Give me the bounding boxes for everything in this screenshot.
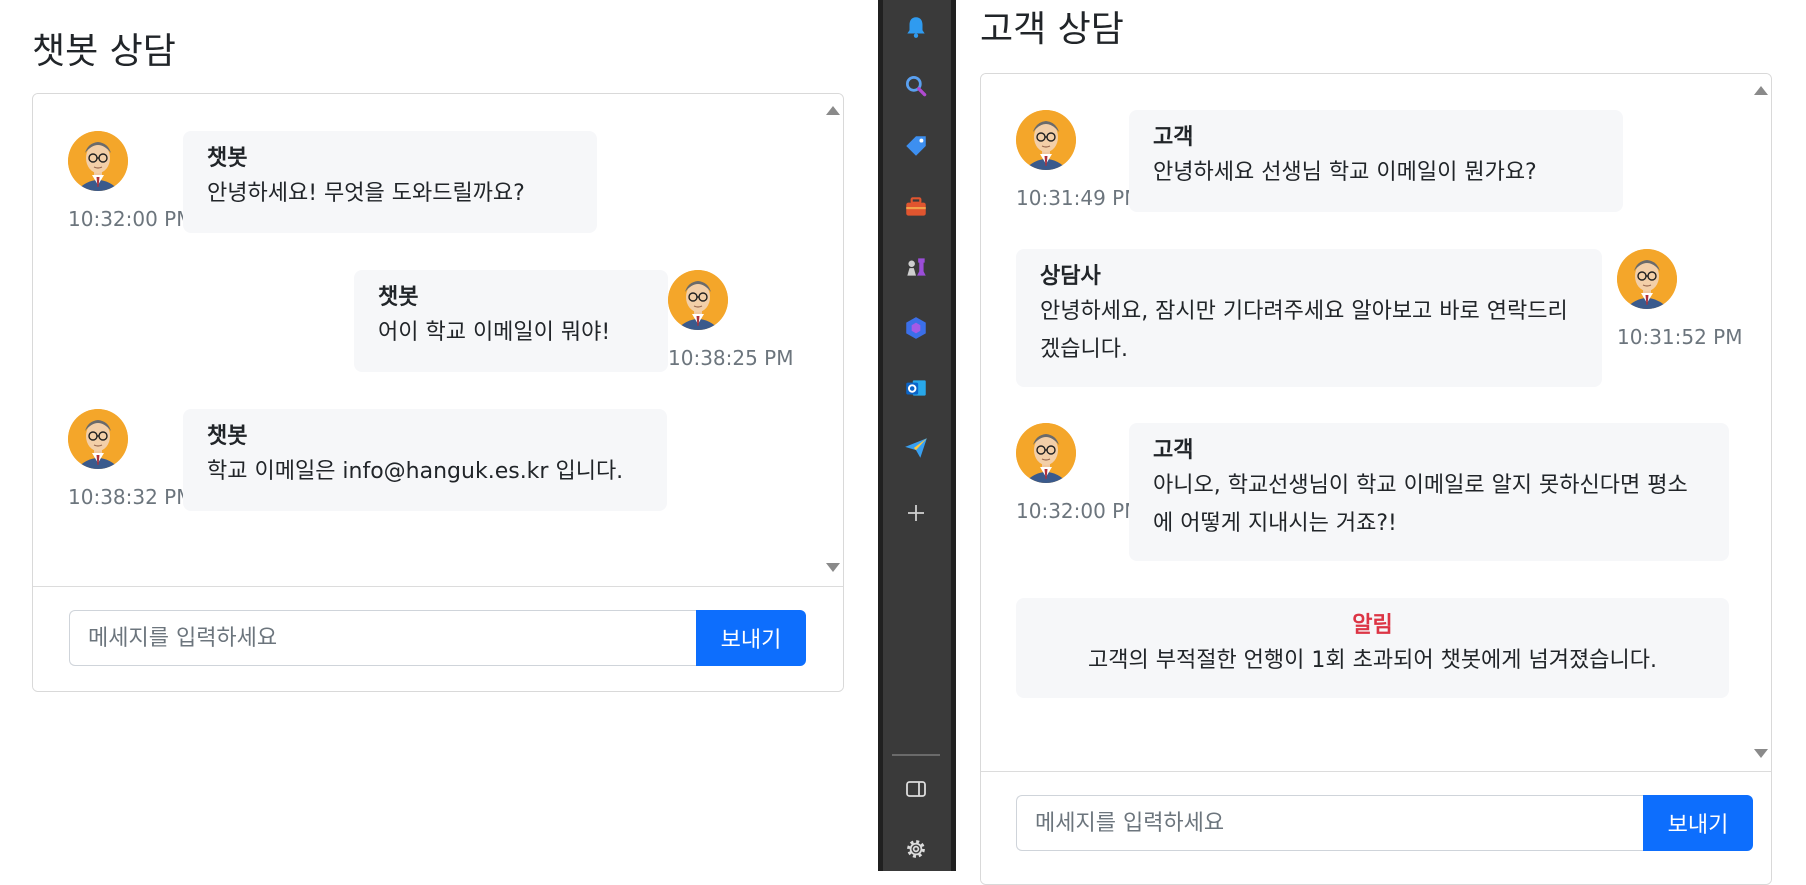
sidebar-edge [878, 0, 883, 871]
system-notice: 알림 고객의 부적절한 언행이 1회 초과되어 챗봇에게 넘겨졌습니다. [1016, 598, 1729, 698]
chatbot-panel: 챗봇 상담 10:32:00 PM 챗봇 안녕하세요! 무엇을 도와드릴까요? … [0, 0, 878, 871]
scroll-down-arrow[interactable] [826, 563, 840, 572]
page-title: 고객 상담 [980, 9, 1124, 50]
sidebar-divider [892, 754, 940, 756]
toolbox-icon[interactable] [898, 189, 934, 225]
bell-icon[interactable] [898, 9, 934, 45]
message-text: 어이 학교 이메일이 뭐야! [378, 320, 611, 345]
message-bubble: 챗봇 안녕하세요! 무엇을 도와드릴까요? [183, 131, 597, 233]
message-sender: 상담사 [1040, 264, 1101, 289]
scroll-up-arrow[interactable] [826, 106, 840, 115]
edge-sidebar [878, 0, 956, 871]
avatar [1617, 249, 1677, 309]
copilot-icon[interactable] [898, 310, 934, 346]
avatar [68, 409, 128, 469]
message-sender: 챗봇 [207, 424, 248, 449]
message-input[interactable] [1016, 795, 1643, 851]
message-timestamp: 10:32:00 PM [1016, 499, 1142, 523]
message-input[interactable] [69, 610, 696, 666]
sidebar-toggle-icon[interactable] [898, 771, 934, 807]
scroll-up-arrow[interactable] [1754, 86, 1768, 95]
notice-title: 알림 [1352, 613, 1393, 638]
chess-icon[interactable] [898, 249, 934, 285]
message-timestamp: 10:32:00 PM [68, 207, 194, 231]
message-timestamp: 10:31:49 PM [1016, 186, 1142, 210]
send-icon[interactable] [898, 430, 934, 466]
avatar [668, 270, 728, 330]
chat-messages[interactable]: 10:31:49 PM 고객 안녕하세요 선생님 학교 이메일이 뭔가요? 상담… [981, 74, 1771, 772]
gear-icon[interactable] [898, 831, 934, 867]
message-bubble: 챗봇 어이 학교 이메일이 뭐야! [354, 270, 668, 372]
avatar [68, 131, 128, 191]
message-timestamp: 10:38:32 PM [68, 485, 194, 509]
message-timestamp: 10:31:52 PM [1617, 325, 1743, 349]
message-text: 안녕하세요! 무엇을 도와드릴까요? [207, 181, 525, 206]
notice-text: 고객의 부적절한 언행이 1회 초과되어 챗봇에게 넘겨졌습니다. [1088, 648, 1657, 673]
outlook-icon[interactable] [898, 370, 934, 406]
scroll-down-arrow[interactable] [1754, 749, 1768, 758]
send-button[interactable]: 보내기 [696, 610, 806, 666]
chat-input-area: 보내기 [981, 771, 1771, 884]
page-title: 챗봇 상담 [32, 31, 176, 72]
message-text: 아니오, 학교선생님이 학교 이메일로 알지 못하신다면 평소에 어떻게 지내시… [1153, 473, 1688, 536]
tag-icon[interactable] [898, 128, 934, 164]
message-text: 학교 이메일은 info@hanguk.es.kr 입니다. [207, 459, 624, 484]
message-text: 안녕하세요, 잠시만 기다려주세요 알아보고 바로 연락드리겠습니다. [1040, 299, 1568, 362]
customer-panel: 고객 상담 10:31:49 PM 고객 안녕하세요 선생님 학교 이메일이 뭔… [956, 0, 1806, 885]
avatar [1016, 110, 1076, 170]
send-button[interactable]: 보내기 [1643, 795, 1753, 851]
message-timestamp: 10:38:25 PM [668, 346, 794, 370]
chat-card: 10:32:00 PM 챗봇 안녕하세요! 무엇을 도와드릴까요? 챗봇 어이 … [32, 93, 844, 692]
plus-icon[interactable] [898, 495, 934, 531]
message-bubble: 챗봇 학교 이메일은 info@hanguk.es.kr 입니다. [183, 409, 667, 511]
message-sender: 챗봇 [207, 146, 248, 171]
message-bubble: 고객 아니오, 학교선생님이 학교 이메일로 알지 못하신다면 평소에 어떻게 … [1129, 423, 1729, 561]
message-bubble: 상담사 안녕하세요, 잠시만 기다려주세요 알아보고 바로 연락드리겠습니다. [1016, 249, 1602, 387]
chat-messages[interactable]: 10:32:00 PM 챗봇 안녕하세요! 무엇을 도와드릴까요? 챗봇 어이 … [33, 94, 843, 586]
message-bubble: 고객 안녕하세요 선생님 학교 이메일이 뭔가요? [1129, 110, 1623, 212]
chat-input-area: 보내기 [33, 586, 843, 691]
search-icon[interactable] [898, 68, 934, 104]
message-text: 안녕하세요 선생님 학교 이메일이 뭔가요? [1153, 160, 1537, 185]
chat-card: 10:31:49 PM 고객 안녕하세요 선생님 학교 이메일이 뭔가요? 상담… [980, 73, 1772, 885]
message-sender: 챗봇 [378, 285, 419, 310]
avatar [1016, 423, 1076, 483]
message-sender: 고객 [1153, 125, 1194, 150]
message-sender: 고객 [1153, 438, 1194, 463]
